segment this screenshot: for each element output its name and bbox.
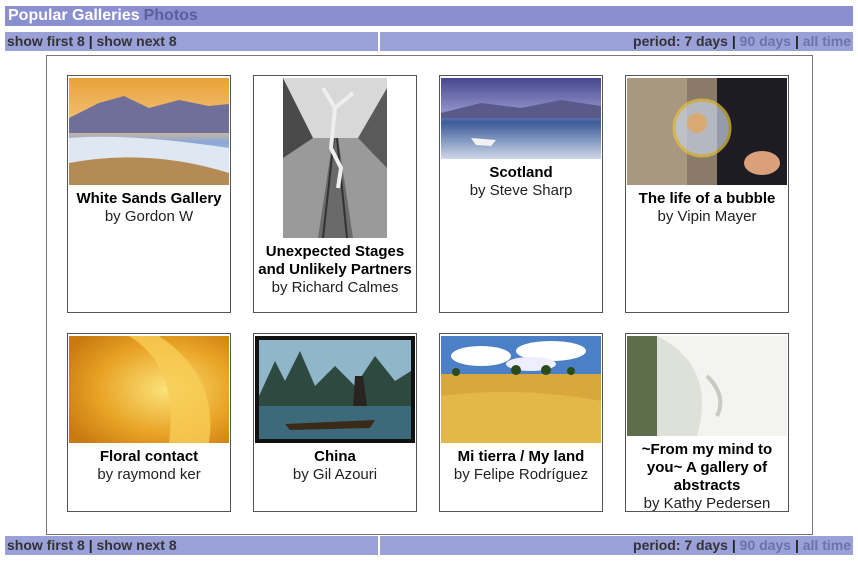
gallery-thumbnail[interactable] [69,336,229,443]
page-header: Popular Galleries Photos [5,6,853,26]
separator: | [794,33,799,49]
gallery-card[interactable]: Scotland by Steve Sharp [439,75,603,313]
separator: | [731,33,736,49]
period-90-days-link[interactable]: 90 days [740,537,791,553]
gallery-title[interactable]: China [254,448,416,466]
gallery-thumbnail[interactable] [627,78,787,185]
gallery-author[interactable]: by raymond ker [68,466,230,484]
gallery-card[interactable]: Unexpected Stages and Unlikely Partners … [253,75,417,313]
gallery-thumbnail[interactable] [441,336,601,443]
gallery-author[interactable]: by Richard Calmes [254,279,416,297]
page-title: Popular Galleries [8,7,140,24]
separator: | [731,537,736,553]
gallery-thumbnail[interactable] [627,336,787,436]
gallery-card[interactable]: Floral contact by raymond ker [67,333,231,512]
period-selector: period: 7 days | 90 days | all time [380,536,853,555]
show-next-link[interactable]: show next 8 [97,33,177,49]
gallery-author[interactable]: by Gil Azouri [254,466,416,484]
gallery-author[interactable]: by Steve Sharp [440,182,602,200]
period-all-time-link[interactable]: all time [803,33,851,49]
gallery-title[interactable]: Unexpected Stages and Unlikely Partners [254,243,416,279]
gallery-thumbnail[interactable] [283,78,387,239]
period-7-days-link[interactable]: period: 7 days [633,33,728,49]
separator: | [794,537,799,553]
gallery-author[interactable]: by Vipin Mayer [626,208,788,226]
show-next-link[interactable]: show next 8 [97,537,177,553]
period-all-time-link[interactable]: all time [803,537,851,553]
period-selector: period: 7 days | 90 days | all time [380,32,853,51]
gallery-title[interactable]: White Sands Gallery [68,190,230,208]
gallery-card[interactable]: China by Gil Azouri [253,333,417,512]
separator: | [88,33,93,49]
gallery-author[interactable]: by Gordon W [68,208,230,226]
top-pagination-bar: show first 8 | show next 8 period: 7 day… [5,32,853,51]
gallery-title[interactable]: Scotland [440,164,602,182]
gallery-thumbnail[interactable] [441,78,601,159]
gallery-card[interactable]: White Sands Gallery by Gordon W [67,75,231,313]
show-first-link[interactable]: show first 8 [7,537,85,553]
period-90-days-link[interactable]: 90 days [740,33,791,49]
period-7-days-link[interactable]: period: 7 days [633,537,728,553]
gallery-card[interactable]: Mi tierra / My land by Felipe Rodríguez [439,333,603,512]
gallery-title[interactable]: ~From my mind to you~ A gallery of abstr… [626,441,788,495]
bottom-pagination-bar: show first 8 | show next 8 period: 7 day… [5,536,853,555]
gallery-title[interactable]: The life of a bubble [626,190,788,208]
gallery-author[interactable]: by Kathy Pedersen [626,495,788,513]
page-subtitle: Photos [143,7,198,24]
show-first-link[interactable]: show first 8 [7,33,85,49]
gallery-card[interactable]: ~From my mind to you~ A gallery of abstr… [625,333,789,512]
separator: | [88,537,93,553]
pagination-links: show first 8 | show next 8 [5,32,378,51]
gallery-thumbnail[interactable] [255,336,415,443]
gallery-card[interactable]: The life of a bubble by Vipin Mayer [625,75,789,313]
pagination-links: show first 8 | show next 8 [5,536,378,555]
gallery-author[interactable]: by Felipe Rodríguez [440,466,602,484]
gallery-title[interactable]: Mi tierra / My land [440,448,602,466]
gallery-thumbnail[interactable] [69,78,229,185]
gallery-title[interactable]: Floral contact [68,448,230,466]
